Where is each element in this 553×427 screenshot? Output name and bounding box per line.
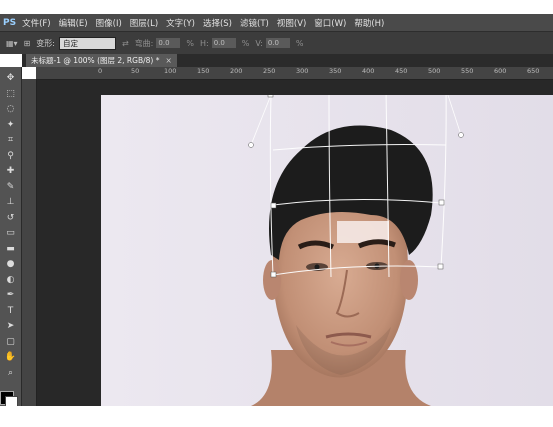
- document-tab-bar: 未标题-1 @ 100% (图层 2, RGB/8) * ×: [22, 54, 553, 67]
- ruler-tick: 200: [230, 67, 243, 75]
- menu-window[interactable]: 窗口(W): [314, 17, 346, 29]
- document-canvas[interactable]: [101, 95, 553, 406]
- ruler-tick: 550: [461, 67, 474, 75]
- bend-field[interactable]: 0.0: [156, 38, 181, 48]
- menu-select[interactable]: 选择(S): [203, 17, 232, 29]
- path-selection-icon[interactable]: ➤: [4, 321, 17, 332]
- type-icon[interactable]: T: [4, 306, 17, 317]
- menu-layer[interactable]: 图层(L): [130, 17, 158, 29]
- blur-icon[interactable]: ●: [4, 259, 17, 270]
- transform-label: 变形:: [36, 38, 55, 48]
- eraser-icon[interactable]: ▭: [4, 228, 17, 239]
- crop-icon[interactable]: ⌗: [4, 135, 17, 146]
- menu-image[interactable]: 图像(I): [96, 17, 122, 29]
- ruler-tick: 450: [395, 67, 408, 75]
- h-label: H:: [200, 38, 209, 48]
- magic-wand-icon[interactable]: ✦: [4, 120, 17, 131]
- close-icon[interactable]: ×: [165, 56, 171, 65]
- tool-preset-icon[interactable]: ▦▾: [6, 39, 18, 48]
- tools-panel: ✥ ⬚ ◌ ✦ ⌗ ⚲ ✚ ✎ ⊥ ↺ ▭ ▬ ● ◐ ✒ T ➤ ▢ ✋ ⌕: [0, 67, 22, 406]
- h-unit: %: [241, 38, 250, 48]
- ruler-tick: 50: [131, 67, 140, 75]
- document-tab[interactable]: 未标题-1 @ 100% (图层 2, RGB/8) * ×: [26, 54, 177, 67]
- ruler-tick: 150: [197, 67, 210, 75]
- healing-brush-icon[interactable]: ✚: [4, 166, 17, 177]
- v-unit: %: [295, 38, 304, 48]
- ruler-tick: 100: [164, 67, 177, 75]
- transform-select[interactable]: 自定: [58, 36, 116, 50]
- bend-unit: %: [186, 38, 194, 48]
- v-label: V:: [255, 38, 263, 48]
- dodge-icon[interactable]: ◐: [4, 275, 17, 286]
- ruler-tick: 0: [98, 67, 103, 75]
- zoom-icon[interactable]: ⌕: [4, 368, 17, 379]
- menu-view[interactable]: 视图(V): [277, 17, 306, 29]
- app-logo: PS: [3, 17, 17, 28]
- menu-type[interactable]: 文字(Y): [166, 17, 195, 29]
- ruler-tick: 600: [494, 67, 507, 75]
- ruler-tick: 400: [362, 67, 375, 75]
- v-field[interactable]: 0.0: [265, 38, 290, 48]
- ruler-tick: 500: [428, 67, 441, 75]
- document-tab-title: 未标题-1 @ 100% (图层 2, RGB/8) *: [31, 56, 160, 65]
- h-field[interactable]: 0.0: [211, 38, 236, 48]
- bottom-margin: [0, 406, 553, 427]
- rectangle-icon[interactable]: ▢: [4, 337, 17, 348]
- lasso-icon[interactable]: ◌: [4, 104, 17, 115]
- menu-edit[interactable]: 编辑(E): [59, 17, 88, 29]
- menu-file[interactable]: 文件(F): [22, 17, 51, 29]
- menu-help[interactable]: 帮助(H): [354, 17, 384, 29]
- portrait-image: [101, 95, 553, 406]
- history-brush-icon[interactable]: ↺: [4, 213, 17, 224]
- brush-icon[interactable]: ✎: [4, 182, 17, 193]
- gradient-icon[interactable]: ▬: [4, 244, 17, 255]
- vertical-ruler: [22, 79, 37, 406]
- menu-filter[interactable]: 滤镜(T): [240, 17, 269, 29]
- clone-stamp-icon[interactable]: ⊥: [4, 197, 17, 208]
- bend-label: 弯曲:: [134, 38, 154, 48]
- menu-bar: PS 文件(F) 编辑(E) 图像(I) 图层(L) 文字(Y) 选择(S) 滤…: [0, 14, 553, 31]
- ruler-tick: 350: [329, 67, 342, 75]
- orientation-icon[interactable]: ⇄: [122, 39, 129, 48]
- pen-icon[interactable]: ✒: [4, 290, 17, 301]
- marquee-icon[interactable]: ⬚: [4, 89, 17, 100]
- horizontal-ruler: 0501001502002503003504004505005506006507…: [36, 67, 553, 80]
- reference-point-icon[interactable]: ⊞: [24, 39, 31, 48]
- ruler-tick: 250: [263, 67, 276, 75]
- ruler-tick: 300: [296, 67, 309, 75]
- ruler-tick: 650: [527, 67, 540, 75]
- options-bar: ▦▾ ⊞ 变形: 自定 ⇄ 弯曲: 0.0 % H: 0.0 % V: 0.0 …: [0, 31, 553, 54]
- move-icon[interactable]: ✥: [4, 73, 17, 84]
- eyedropper-icon[interactable]: ⚲: [4, 151, 17, 162]
- hand-icon[interactable]: ✋: [4, 352, 17, 363]
- workspace: [37, 80, 553, 406]
